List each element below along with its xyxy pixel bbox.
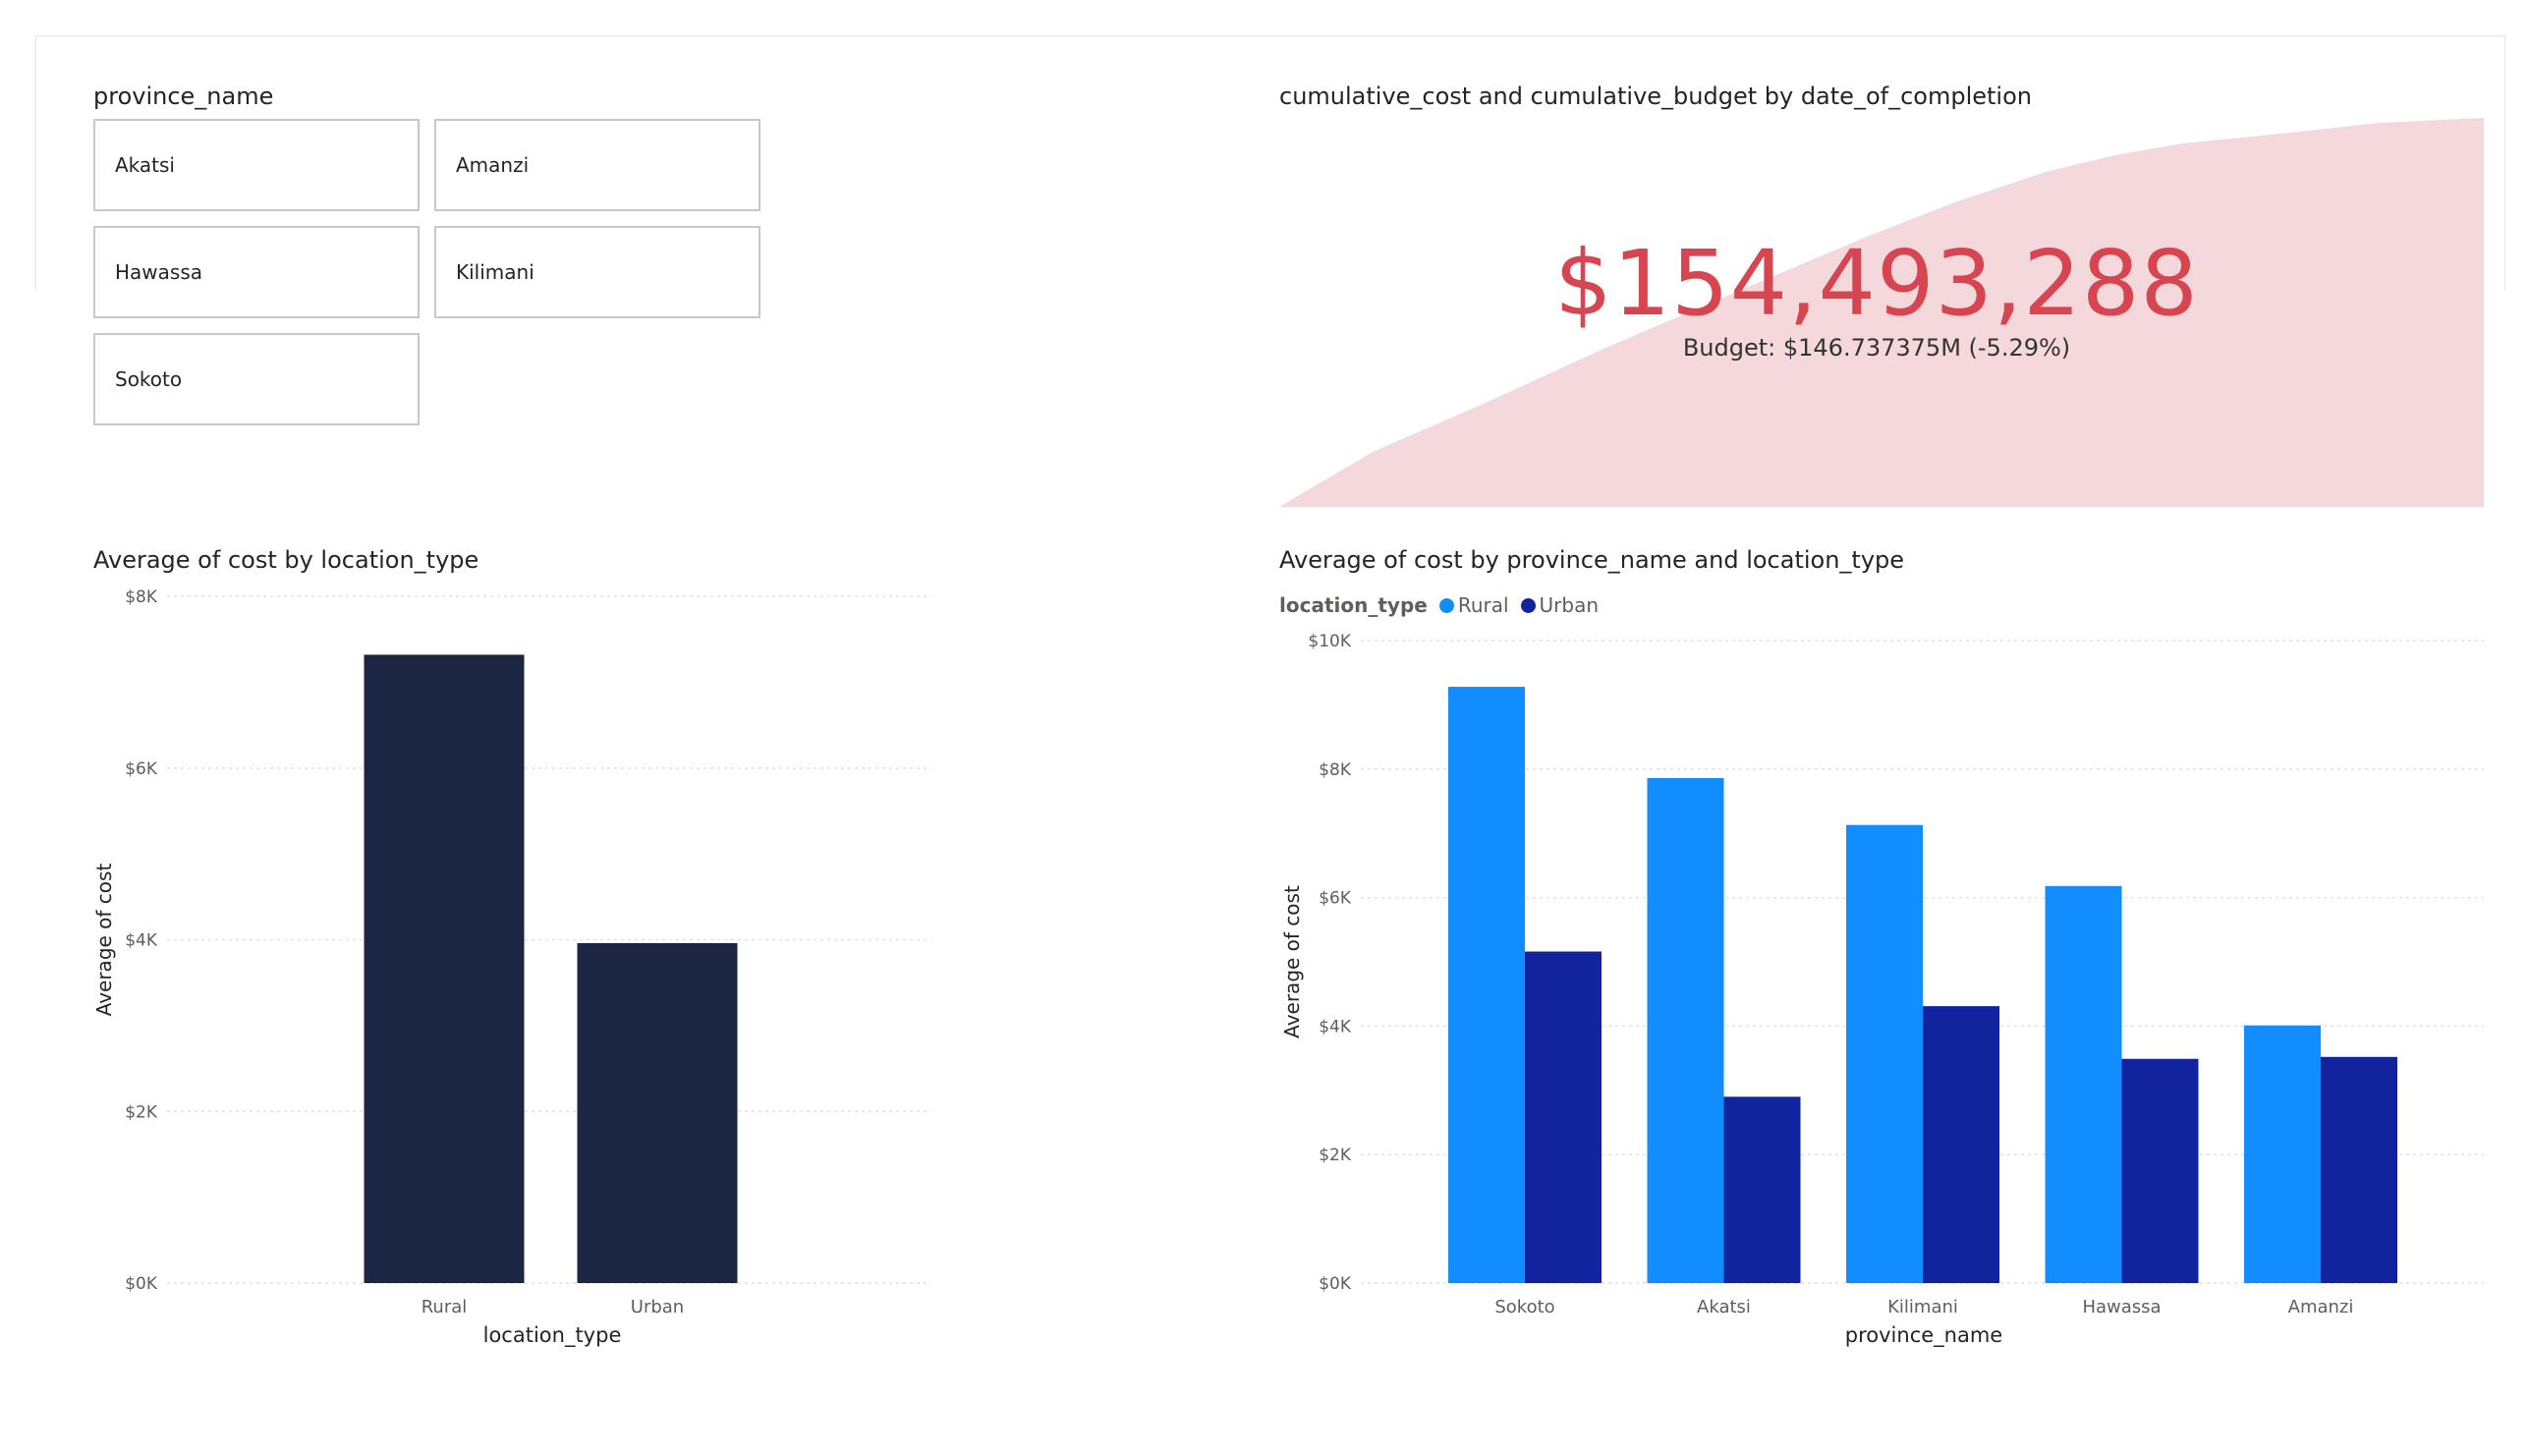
chart2-bar-sokoto-rural xyxy=(1448,687,1525,1283)
chart2-x-tick-label: Akatsi xyxy=(1697,1297,1751,1317)
chart2-x-tick-label: Kilimani xyxy=(1887,1297,1958,1317)
chart2-y-tick-label: $2K xyxy=(1319,1146,1352,1165)
chart2-y-tick-label: $10K xyxy=(1308,632,1351,651)
chart2-x-tick-label: Amanzi xyxy=(2288,1297,2354,1317)
chart2-plot: $0K $2K $4K $6K $8K $10K Average of cost provin… xyxy=(1280,632,2484,1348)
chart2-y-tick-label: $6K xyxy=(1319,889,1352,909)
chart2-x-axis-title: province_name xyxy=(1845,1323,2002,1348)
chart2-bar-hawassa-urban xyxy=(2121,1058,2199,1283)
chart2-bar-sokoto-urban xyxy=(1525,951,1602,1283)
chart2-bar-kilimani-urban xyxy=(1923,1006,1999,1283)
chart2-x-tick-label: Hawassa xyxy=(2082,1297,2161,1317)
chart2-bar-amanzi-urban xyxy=(2321,1056,2397,1283)
chart2-x-tick-label: Sokoto xyxy=(1494,1297,1554,1317)
chart2-y-tick-label: $0K xyxy=(1319,1274,1352,1294)
report-canvas: province_name Akatsi Amanzi Hawassa Kili… xyxy=(0,0,2530,1456)
chart2-bar-amanzi-rural xyxy=(2244,1025,2321,1283)
chart2-bar-kilimani-rural xyxy=(1846,824,1923,1283)
chart2-bar-akatsi-rural xyxy=(1647,777,1724,1283)
chart2-y-tick-label: $8K xyxy=(1319,760,1352,780)
chart2-bar-hawassa-rural xyxy=(2045,885,2122,1283)
chart2-y-tick-label: $4K xyxy=(1319,1017,1352,1036)
chart2-bar-akatsi-urban xyxy=(1723,1096,1801,1283)
chart2-y-axis-title: Average of cost xyxy=(1280,885,1304,1038)
